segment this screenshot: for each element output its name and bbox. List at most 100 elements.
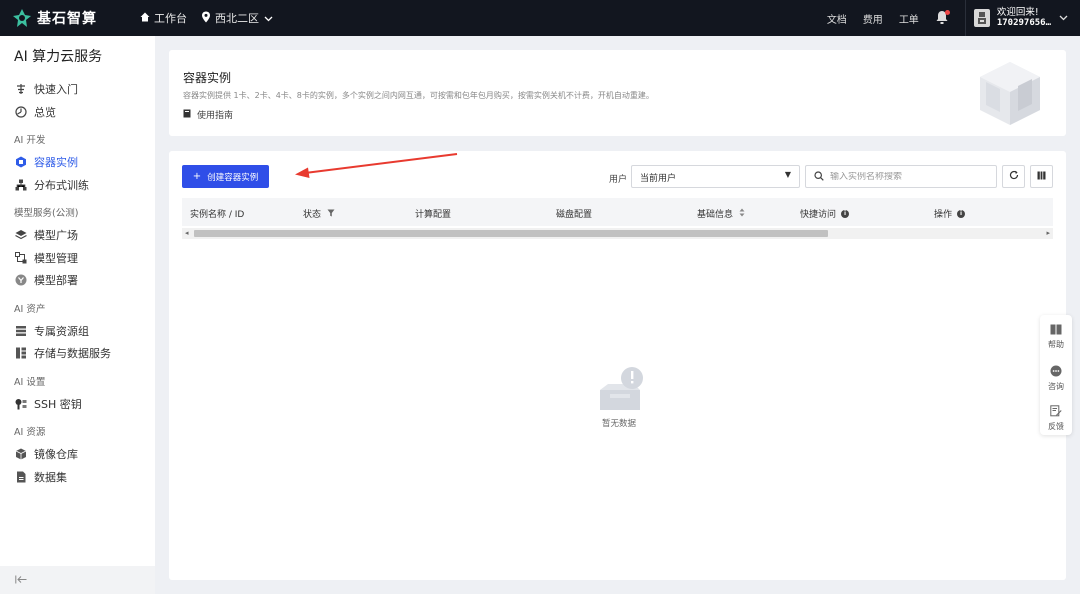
location-pin-icon <box>201 11 211 26</box>
help-button[interactable]: 帮助 <box>1040 324 1072 350</box>
floating-help-bar: 帮助 咨询 反馈 <box>1040 315 1072 435</box>
user-menu[interactable]: 欢迎回来! 170297656… <box>964 0 1080 36</box>
rocket-icon <box>15 83 27 95</box>
column-settings-button[interactable] <box>1030 165 1053 188</box>
sidebar-item-label: 镜像仓库 <box>34 448 78 462</box>
chevron-down-icon <box>1059 13 1068 24</box>
column-header-label: 快捷访问 <box>800 210 837 220</box>
user-id: 170297656… <box>996 18 1051 28</box>
container-icon <box>15 156 27 168</box>
user-filter-label: 用户 <box>609 175 628 185</box>
feedback-button[interactable]: 反馈 <box>1040 405 1072 432</box>
sidebar-item-distributed-training[interactable]: 分布式训练 <box>0 174 155 197</box>
sidebar-item-ssh-key[interactable]: SSH 密钥 <box>0 393 155 416</box>
horizontal-scrollbar[interactable]: ◂ ▸ <box>182 228 1053 239</box>
columns-icon <box>1037 170 1046 183</box>
sidebar-item-storage[interactable]: 存储与数据服务 <box>0 342 155 365</box>
search-input[interactable] <box>830 171 990 182</box>
column-header-label: 磁盘配置 <box>556 210 593 220</box>
sidebar-item-label: 总览 <box>34 105 56 119</box>
feedback-label: 反馈 <box>1048 422 1064 431</box>
billing-link[interactable]: 费用 <box>863 11 883 26</box>
column-header-label: 基础信息 <box>697 210 734 220</box>
region-selector[interactable]: 西北二区 <box>201 10 273 26</box>
refresh-button[interactable] <box>1002 165 1025 188</box>
chevron-down-icon <box>264 12 273 25</box>
docs-link[interactable]: 文档 <box>827 11 847 26</box>
scrollbar-thumb[interactable] <box>194 230 828 237</box>
sidebar-item-overview[interactable]: 总览 <box>0 101 155 124</box>
scroll-left-icon[interactable]: ◂ <box>185 229 189 237</box>
filter-icon[interactable] <box>327 209 335 219</box>
region-label: 西北二区 <box>215 12 259 25</box>
column-header-basic-info[interactable]: 基础信息 <box>697 207 745 220</box>
sidebar-item-label: 快速入门 <box>34 83 78 97</box>
sidebar-item-container-instance[interactable]: 容器实例 <box>0 151 155 174</box>
info-icon[interactable]: i <box>841 209 850 218</box>
sidebar-item-model-square[interactable]: 模型广场 <box>0 224 155 247</box>
chat-icon <box>1040 365 1072 379</box>
user-greeting: 欢迎回来! <box>996 7 1039 18</box>
scroll-right-icon[interactable]: ▸ <box>1046 229 1050 237</box>
empty-state: 暂无数据 <box>579 366 659 429</box>
dataset-icon <box>15 471 27 483</box>
column-header-actions: 操作 i <box>934 207 966 220</box>
sidebar-title: AI 算力云服务 <box>14 49 103 65</box>
column-header-status[interactable]: 状态 <box>303 207 335 220</box>
sidebar-item-label: SSH 密钥 <box>34 397 82 411</box>
column-header-compute: 计算配置 <box>415 207 451 220</box>
table-header: 实例名称 / ID 状态 计算配置 磁盘配置 基础信息 快捷访问 i 操作 i <box>182 198 1053 226</box>
bell-icon[interactable] <box>935 10 951 26</box>
info-icon[interactable]: i <box>957 209 966 218</box>
search-box[interactable] <box>805 165 997 188</box>
sidebar-item-label: 模型管理 <box>34 251 78 265</box>
consult-button[interactable]: 咨询 <box>1040 365 1072 392</box>
notification-dot <box>944 10 950 15</box>
sidebar-item-label: 数据集 <box>34 470 67 484</box>
search-icon <box>814 170 824 184</box>
logo[interactable]: 基石智算 <box>12 8 122 28</box>
sidebar-item-image-repo[interactable]: 镜像仓库 <box>0 443 155 466</box>
ticket-link[interactable]: 工单 <box>899 11 919 26</box>
column-header-disk: 磁盘配置 <box>556 207 592 220</box>
column-header-label: 状态 <box>303 210 322 220</box>
instances-panel: + 创建容器实例 用户 当前用户 ▼ 实例名称 / ID 状态 计算配置 磁盘配… <box>169 151 1066 580</box>
sidebar-item-label: 专属资源组 <box>34 324 89 338</box>
nav-workbench[interactable]: 工作台 <box>140 10 187 26</box>
page-title: 容器实例 <box>183 71 232 85</box>
sidebar-item-dataset[interactable]: 数据集 <box>0 466 155 489</box>
sidebar-item-dedicated-resource[interactable]: 专属资源组 <box>0 320 155 343</box>
server-icon <box>15 325 27 337</box>
sidebar-item-model-deploy[interactable]: 模型部署 <box>0 269 155 292</box>
consult-label: 咨询 <box>1048 382 1064 391</box>
deploy-icon <box>15 274 27 286</box>
column-header-name: 实例名称 / ID <box>190 207 244 220</box>
model-manage-icon <box>15 251 27 264</box>
sidebar-item-model-manage[interactable]: 模型管理 <box>0 247 155 270</box>
empty-box-icon <box>594 367 644 415</box>
refresh-icon <box>1009 170 1019 183</box>
book-icon <box>183 109 191 121</box>
topbar-right: 文档 费用 工单 欢迎回来! 170297656… <box>827 0 1080 36</box>
edit-icon <box>1040 405 1072 419</box>
sidebar-group-label: 模型服务(公测) <box>14 208 79 219</box>
user-filter-select[interactable]: 当前用户 ▼ <box>631 165 800 188</box>
sidebar-group-label: AI 设置 <box>14 376 46 388</box>
logo-text: 基石智算 <box>37 11 97 27</box>
book-open-icon <box>1040 324 1072 337</box>
sidebar-group-label: AI 开发 <box>14 135 46 146</box>
empty-text: 暂无数据 <box>601 419 636 429</box>
sidebar: AI 算力云服务 快速入门 总览 AI 开发 容器实例 分布式训练 模型服务(公… <box>0 36 155 594</box>
logo-icon <box>12 8 32 28</box>
sidebar-item-quickstart[interactable]: 快速入门 <box>0 78 155 101</box>
user-filter-value: 当前用户 <box>640 174 677 184</box>
sidebar-item-label: 分布式训练 <box>34 178 89 192</box>
create-instance-button[interactable]: + 创建容器实例 <box>182 165 269 188</box>
top-navbar: 基石智算 工作台 西北二区 文档 费用 工单 欢迎回来! 170297656… <box>0 0 1080 36</box>
sidebar-item-label: 模型广场 <box>34 229 78 243</box>
guide-link[interactable]: 使用指南 <box>183 108 233 121</box>
guide-link-label: 使用指南 <box>197 111 234 121</box>
nav-workbench-label: 工作台 <box>154 12 187 25</box>
sidebar-collapse-button[interactable] <box>0 566 155 594</box>
sort-icon[interactable] <box>739 208 745 219</box>
